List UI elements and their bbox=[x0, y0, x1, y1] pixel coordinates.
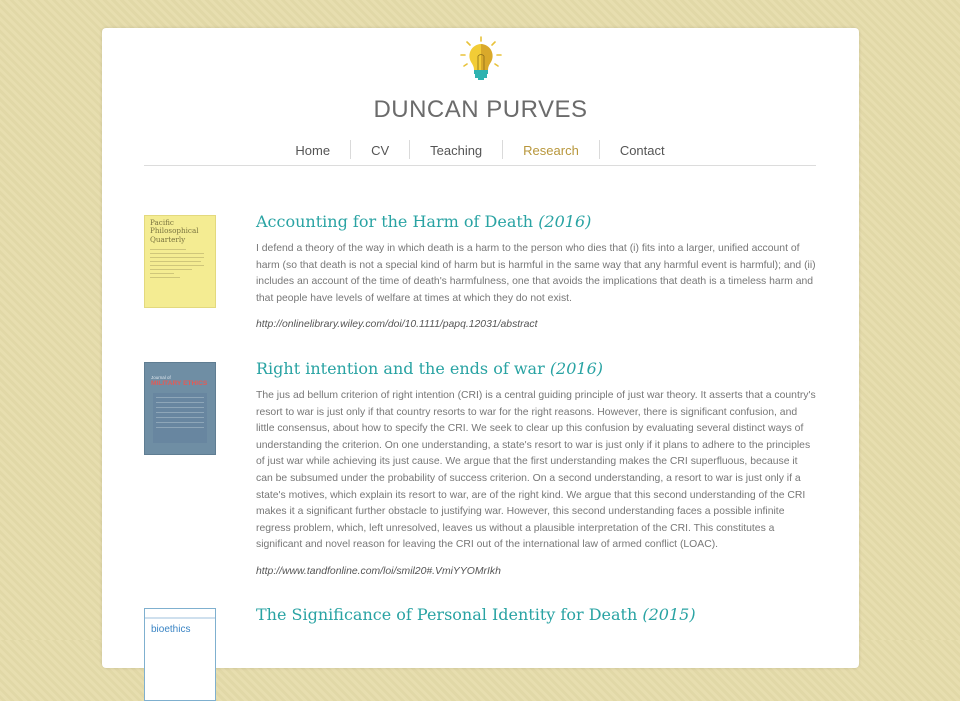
nav-research[interactable]: Research bbox=[502, 140, 599, 159]
entry-body: Accounting for the Harm of Death (2016) … bbox=[256, 211, 816, 330]
nav-teaching[interactable]: Teaching bbox=[409, 140, 502, 159]
cover-title: Pacific Philosophical Quarterly bbox=[150, 218, 199, 244]
entry-title-text: Accounting for the Harm of Death bbox=[256, 212, 534, 231]
entry-year: (2016) bbox=[549, 359, 604, 378]
nav-cv[interactable]: CV bbox=[350, 140, 409, 159]
entry-title-text: The Significance of Personal Identity fo… bbox=[256, 605, 638, 624]
lightbulb-icon[interactable] bbox=[458, 36, 504, 82]
entry-body: The Significance of Personal Identity fo… bbox=[256, 604, 816, 626]
journal-cover-bioethics[interactable]: bioethics bbox=[144, 608, 216, 701]
entry-title[interactable]: The Significance of Personal Identity fo… bbox=[256, 604, 816, 626]
main-nav: Home CV Teaching Research Contact bbox=[144, 140, 816, 166]
entry-link[interactable]: http://www.tandfonline.com/loi/smil20#.V… bbox=[256, 566, 816, 577]
site-title[interactable]: DUNCAN PURVES bbox=[102, 96, 859, 124]
entry-link[interactable]: http://onlinelibrary.wiley.com/doi/10.11… bbox=[256, 319, 816, 330]
journal-cover-pacific-philosophical-quarterly[interactable]: Pacific Philosophical Quarterly bbox=[144, 215, 216, 308]
nav-contact[interactable]: Contact bbox=[598, 140, 685, 159]
cover-lines bbox=[150, 249, 210, 279]
entry-year: (2015) bbox=[642, 605, 696, 624]
entry-title[interactable]: Right intention and the ends of war (201… bbox=[256, 358, 816, 380]
entry-body: Right intention and the ends of war (201… bbox=[256, 358, 816, 577]
entry-abstract: The jus ad bellum criterion of right int… bbox=[256, 390, 816, 551]
cover-band: Journal of MILITARY ETHICS bbox=[151, 375, 211, 389]
entry-abstract: I defend a theory of the way in which de… bbox=[256, 243, 816, 304]
entry-title[interactable]: Accounting for the Harm of Death (2016) bbox=[256, 211, 816, 233]
cover-contents bbox=[153, 393, 207, 443]
entry-title-text: Right intention and the ends of war bbox=[256, 359, 545, 378]
cover-title: MILITARY ETHICS bbox=[151, 380, 208, 387]
nav-home[interactable]: Home bbox=[275, 140, 350, 159]
journal-cover-military-ethics[interactable]: Journal of MILITARY ETHICS bbox=[144, 362, 216, 455]
page-container: DUNCAN PURVES Home CV Teaching Research … bbox=[102, 28, 859, 701]
cover-title: bioethics bbox=[151, 624, 191, 635]
entry-year: (2016) bbox=[538, 212, 592, 231]
cover-band bbox=[145, 617, 215, 619]
